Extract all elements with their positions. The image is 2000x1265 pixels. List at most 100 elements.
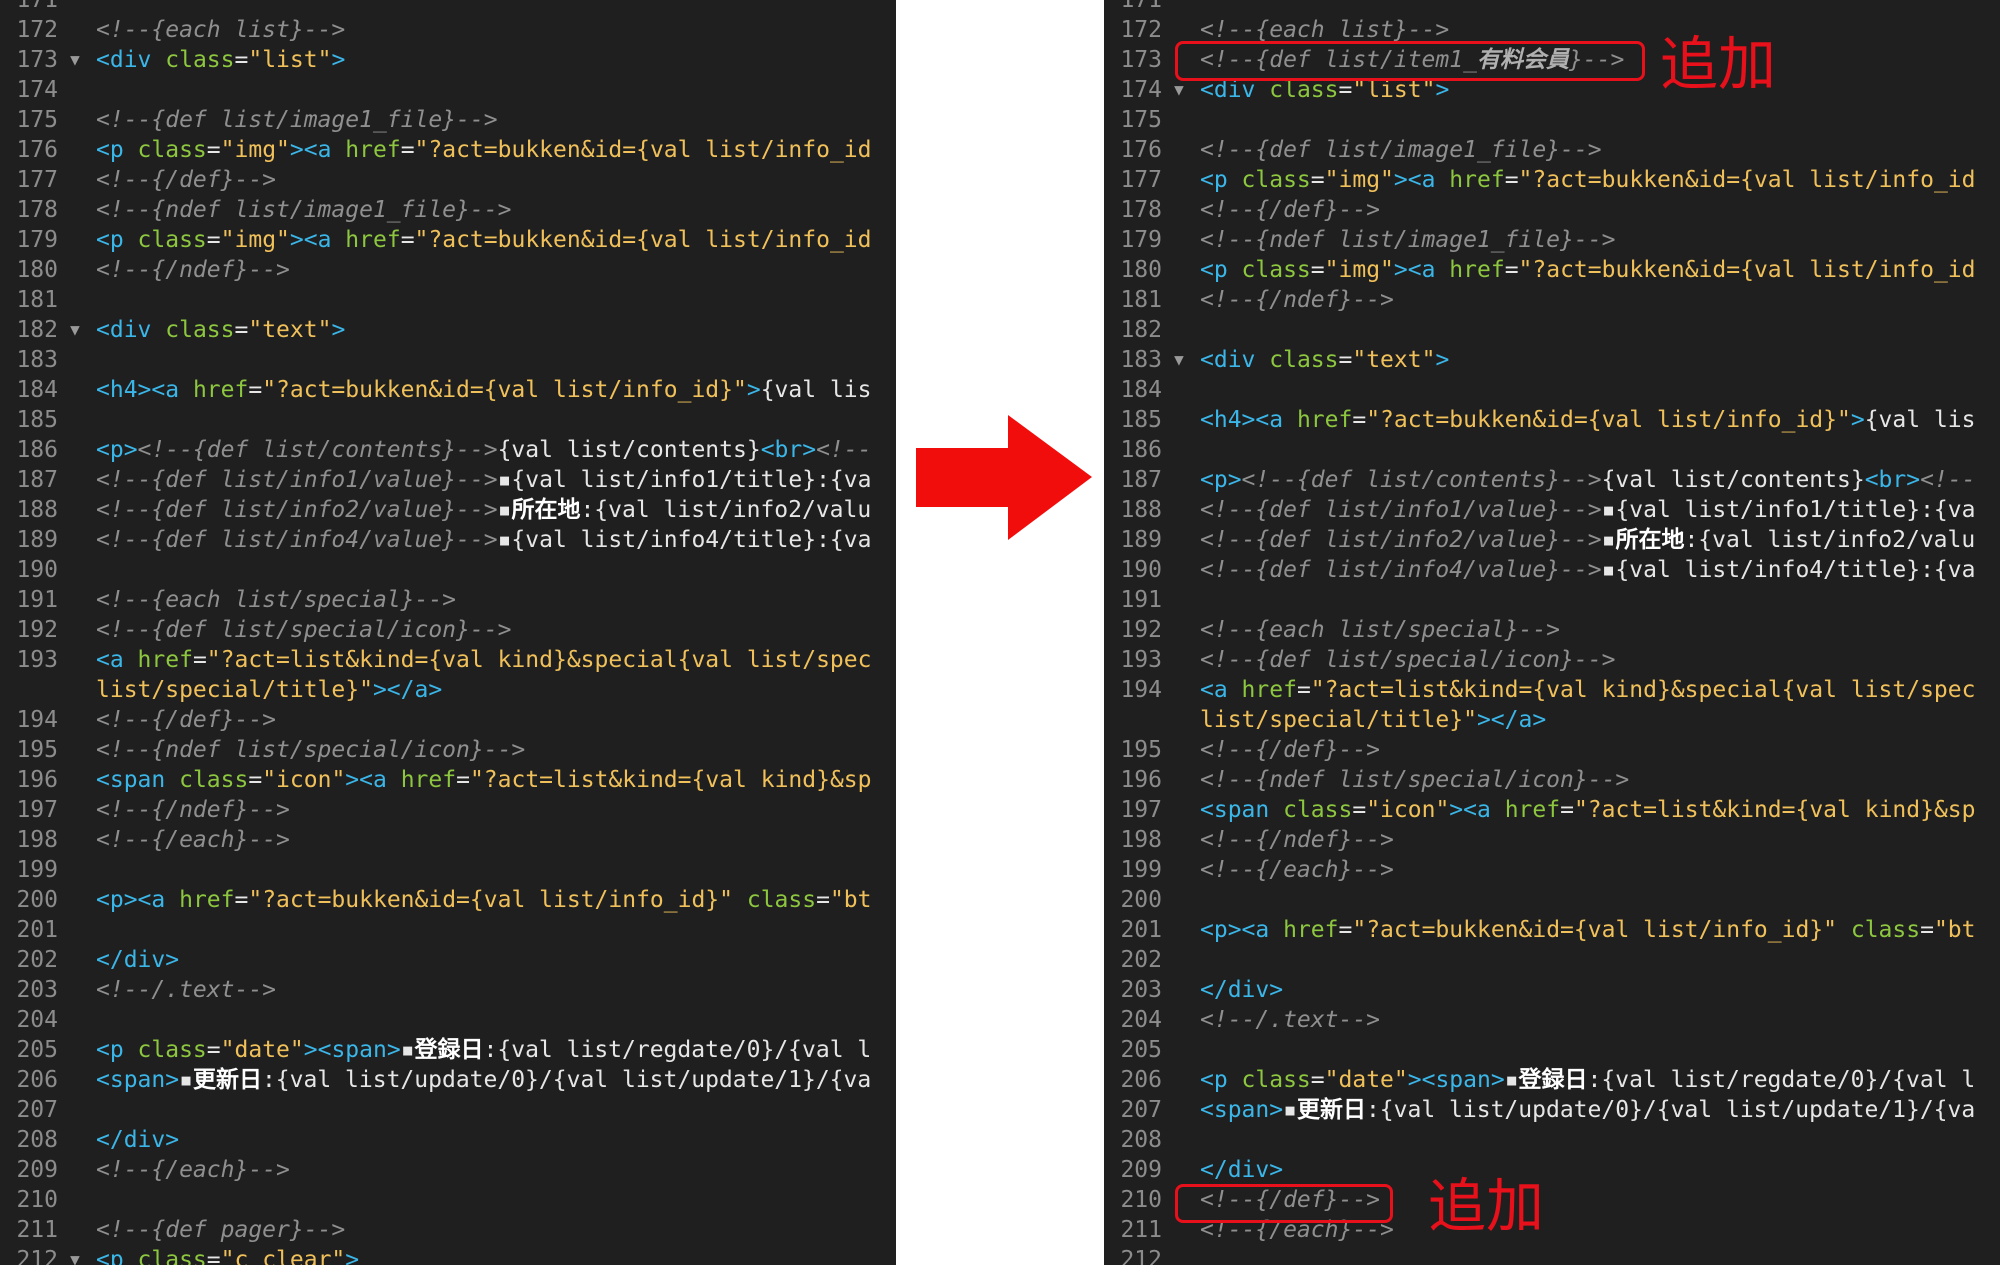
code-token: =: [192, 647, 207, 673]
line-number: 191: [16, 587, 58, 613]
code-token: 登録日: [414, 1037, 484, 1063]
code-token: <p: [96, 137, 138, 163]
code-text: <a href="?act=list&kind={val kind}&speci…: [1200, 675, 1975, 705]
code-line: 196 <!--{ndef list/special/icon}-->: [1104, 765, 2000, 795]
code-token: =: [206, 137, 221, 163]
line-number: 204: [16, 1007, 58, 1033]
code-token: class: [1241, 167, 1311, 193]
code-token: <p: [1200, 257, 1242, 283]
line-number: 182: [1120, 317, 1162, 343]
code-text: <p><!--{def list/contents}-->{val list/c…: [96, 435, 871, 465]
line-number: 183: [16, 347, 58, 373]
code-token: =: [1352, 407, 1367, 433]
code-token: <!--{each list/special}-->: [1200, 617, 1561, 643]
code-token: class: [137, 1247, 207, 1265]
code-token: <!--{/ndef}-->: [96, 257, 290, 283]
code-token: <!--{/def}-->: [1200, 197, 1381, 223]
code-token: ><a: [345, 767, 401, 793]
fold-triangle-icon[interactable]: ▼: [1170, 345, 1188, 375]
code-token: =: [248, 377, 263, 403]
code-token: "?act=bukken&id={val list/info_id}": [1352, 917, 1851, 943]
code-line: 178 <!--{ndef list/image1_file}-->: [0, 195, 896, 225]
code-token: class: [1269, 347, 1339, 373]
code-line: 191 <!--{each list/special}-->: [0, 585, 896, 615]
code-token: </div>: [1200, 977, 1284, 1003]
line-number: 186: [16, 437, 58, 463]
code-token: <span>: [96, 1067, 180, 1093]
code-line: 181 <!--{/ndef}-->: [1104, 285, 2000, 315]
code-token: <h4><a: [96, 377, 193, 403]
line-number: 211: [16, 1217, 58, 1243]
code-text: <span class="icon"><a href="?act=list&ki…: [96, 765, 872, 795]
code-line: 179 <!--{ndef list/image1_file}-->: [1104, 225, 2000, 255]
code-token: "text": [1352, 347, 1436, 373]
code-line: 180 <!--{/ndef}-->: [0, 255, 896, 285]
code-line: 176 <p class="img"><a href="?act=bukken&i…: [0, 135, 896, 165]
code-token: class: [179, 767, 249, 793]
line-number: 185: [16, 407, 58, 433]
code-token: "?act=list&kind={val kind}&sp: [1573, 797, 1976, 823]
code-text: </div>: [96, 1125, 179, 1155]
code-line: 171: [0, 0, 896, 15]
code-line: 204: [0, 1005, 896, 1035]
code-token: class: [137, 1037, 207, 1063]
code-token: <div: [1200, 347, 1270, 373]
code-token: ▪: [179, 1067, 193, 1093]
code-token: ><a: [289, 227, 346, 253]
line-number: 195: [16, 737, 58, 763]
fold-triangle-icon[interactable]: ▼: [66, 315, 84, 345]
fold-triangle-icon[interactable]: ▼: [66, 1245, 84, 1265]
code-token: <br>: [1864, 467, 1921, 493]
highlight-box-added-def: [1175, 41, 1645, 81]
code-token: <!--{/each}-->: [96, 827, 290, 853]
fold-triangle-icon[interactable]: ▼: [66, 45, 84, 75]
code-token: href: [1504, 797, 1561, 823]
code-token: href: [345, 227, 401, 253]
line-number: 176: [1120, 137, 1162, 163]
code-token: <!--{ndef list/image1_file}-->: [96, 197, 512, 223]
code-token: :{val list/regdate/0}/{val l: [483, 1037, 872, 1063]
line-number: 198: [16, 827, 58, 853]
code-token: =: [234, 887, 249, 913]
code-text: <!--{/def}-->: [96, 705, 276, 735]
code-token: "?act=bukken&id={val list/info_id}": [262, 377, 747, 403]
code-token: ▪: [1601, 527, 1616, 553]
code-text: </div>: [1200, 975, 1283, 1005]
code-token: class: [746, 887, 817, 913]
line-number: 178: [1120, 197, 1162, 223]
editor-panel-before: 171 172 <!--{each list}--> 173 ▼ <div class="…: [0, 0, 896, 1265]
code-token: ><a: [1393, 167, 1450, 193]
code-token: >: [1850, 407, 1865, 433]
code-text: <!--{ndef list/special/icon}-->: [96, 735, 525, 765]
code-line: 206 <p class="date"><span>▪登録日:{val list/…: [1104, 1065, 2000, 1095]
code-token: list/special/title}": [96, 677, 373, 703]
code-text: <!--{def list/image1_file}-->: [96, 105, 498, 135]
code-line: 182: [1104, 315, 2000, 345]
code-token: <!--{def list/contents}-->: [137, 437, 498, 463]
line-number: 190: [16, 557, 58, 583]
line-number: 187: [1120, 467, 1162, 493]
code-token: >: [1435, 347, 1450, 373]
code-token: =: [456, 767, 470, 793]
line-number: 193: [16, 647, 58, 673]
code-text: <!--{def list/image1_file}-->: [1200, 135, 1602, 165]
code-token: class: [1241, 257, 1311, 283]
code-token: </div>: [96, 1127, 180, 1153]
code-token: 登録日: [1518, 1067, 1588, 1093]
code-token: <span: [1200, 797, 1284, 823]
code-text: <!--{ndef list/special/icon}-->: [1200, 765, 1629, 795]
code-line: 192 <!--{each list/special}-->: [1104, 615, 2000, 645]
code-token: list/special/title}": [1200, 707, 1477, 733]
code-text: <p class="img"><a href="?act=bukken&id={…: [96, 135, 872, 165]
code-token: <!--{def list/image1_file}-->: [1200, 137, 1602, 163]
code-token: "c_clear": [220, 1247, 346, 1265]
code-token: >: [345, 1247, 360, 1265]
code-line: 175 <!--{def list/image1_file}-->: [0, 105, 896, 135]
code-token: class: [1850, 917, 1921, 943]
code-text: <!--{/ndef}-->: [1200, 285, 1394, 315]
code-line: 202: [1104, 945, 2000, 975]
code-token: <!--{/ndef}-->: [96, 797, 290, 823]
code-text: <p class="img"><a href="?act=bukken&id={…: [1200, 165, 1976, 195]
code-line: 200: [1104, 885, 2000, 915]
line-number: 192: [1120, 617, 1162, 643]
